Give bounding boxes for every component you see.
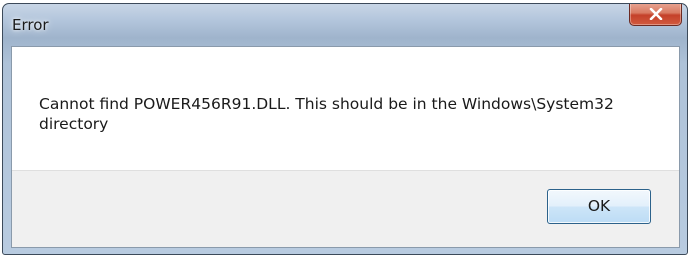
- close-button[interactable]: [629, 4, 682, 26]
- error-message-line-1: Cannot find POWER456R91.DLL. This should…: [39, 95, 614, 113]
- error-message: Cannot find POWER456R91.DLL. This should…: [39, 94, 639, 134]
- dialog-content: Cannot find POWER456R91.DLL. This should…: [11, 46, 680, 248]
- error-dialog-window: Error Cannot find POWER456R91.DLL. This …: [2, 3, 688, 255]
- error-message-line-2: directory: [39, 115, 109, 133]
- close-icon: [649, 8, 662, 20]
- button-bar: OK: [12, 170, 679, 247]
- window-title: Error: [12, 16, 49, 34]
- ok-button-label: OK: [587, 197, 611, 215]
- title-bar[interactable]: Error: [3, 4, 687, 46]
- ok-button[interactable]: OK: [547, 189, 651, 224]
